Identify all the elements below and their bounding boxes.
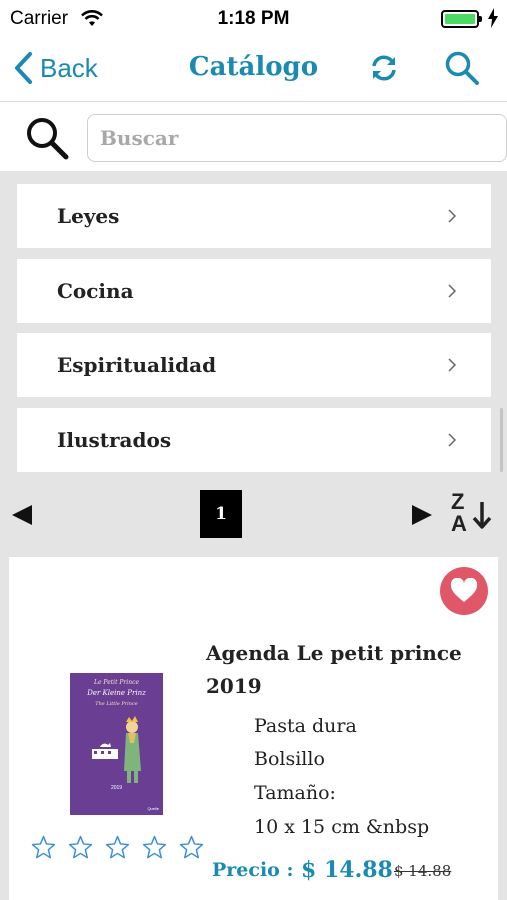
arrow-down-icon bbox=[472, 502, 492, 529]
chevron-left-icon bbox=[15, 52, 32, 84]
search-input[interactable] bbox=[87, 114, 507, 162]
product-binding: Pasta dura bbox=[254, 715, 357, 737]
sort-z-a-button[interactable]: Z A bbox=[448, 489, 496, 536]
product-size-value: 10 x 15 cm &nbsp bbox=[254, 816, 430, 838]
rating-stars[interactable] bbox=[31, 835, 204, 860]
back-button[interactable]: Back bbox=[12, 50, 98, 86]
category-label: Espiritualidad bbox=[57, 353, 217, 377]
chevron-right-icon bbox=[448, 209, 457, 223]
magnifier-icon bbox=[27, 118, 69, 160]
navigation-bar: Back Catálogo bbox=[0, 36, 507, 102]
price-label: Precio : bbox=[212, 859, 294, 881]
product-size-label: Tamaño: bbox=[254, 782, 336, 804]
page-title: Catálogo bbox=[188, 52, 319, 82]
charging-bolt-icon bbox=[488, 8, 498, 28]
previous-page-button[interactable] bbox=[10, 503, 34, 527]
price-value: $ 14.88 bbox=[301, 857, 393, 883]
category-label: Cocina bbox=[57, 279, 134, 303]
category-item-cocina[interactable]: Cocina bbox=[17, 259, 491, 323]
sort-letter-top: Z bbox=[451, 489, 465, 514]
category-item-ilustrados[interactable]: Ilustrados bbox=[17, 408, 491, 472]
cover-publisher: Quelle bbox=[147, 806, 159, 811]
star-icon[interactable] bbox=[68, 835, 93, 860]
product-format: Bolsillo bbox=[254, 748, 325, 770]
star-icon[interactable] bbox=[31, 835, 56, 860]
category-item-leyes[interactable]: Leyes bbox=[17, 184, 491, 248]
cover-line-2: Der Kleine Prinz bbox=[87, 689, 146, 697]
star-icon[interactable] bbox=[179, 835, 204, 860]
product-title[interactable]: Agenda Le petit prince 2019 bbox=[206, 637, 466, 703]
next-page-button[interactable] bbox=[410, 503, 434, 527]
category-label: Leyes bbox=[57, 204, 120, 228]
search-icon[interactable] bbox=[444, 50, 480, 86]
status-bar: Carrier 1:18 PM bbox=[0, 0, 507, 36]
cover-line-1: Le Petit Prince bbox=[93, 679, 139, 686]
product-cover-image[interactable]: Le Petit Prince Der Kleine Prinz The Lit… bbox=[70, 673, 163, 815]
category-item-espiritualidad[interactable]: Espiritualidad bbox=[17, 333, 491, 397]
battery-icon bbox=[441, 10, 482, 28]
favorite-button[interactable] bbox=[440, 567, 488, 615]
star-icon[interactable] bbox=[105, 835, 130, 860]
search-bar bbox=[0, 103, 507, 171]
scroll-indicator[interactable] bbox=[500, 408, 503, 472]
little-prince-illustration bbox=[92, 716, 141, 783]
sort-letter-bottom: A bbox=[451, 511, 467, 536]
back-label: Back bbox=[40, 52, 98, 83]
chevron-right-icon bbox=[448, 284, 457, 298]
category-label: Ilustrados bbox=[57, 428, 172, 452]
battery-level bbox=[445, 14, 475, 24]
cover-line-3: The Little Prince bbox=[95, 701, 138, 707]
chevron-right-icon bbox=[448, 358, 457, 372]
product-card[interactable]: Le Petit Prince Der Kleine Prinz The Lit… bbox=[9, 557, 498, 900]
clock: 1:18 PM bbox=[217, 8, 290, 29]
chevron-right-icon bbox=[448, 433, 457, 447]
cover-year: 2019 bbox=[110, 785, 123, 791]
star-icon[interactable] bbox=[142, 835, 167, 860]
heart-icon bbox=[450, 578, 478, 602]
refresh-icon[interactable] bbox=[368, 52, 400, 84]
page-number-button[interactable]: 1 bbox=[200, 490, 242, 538]
original-price: $ 14.88 bbox=[394, 862, 452, 880]
